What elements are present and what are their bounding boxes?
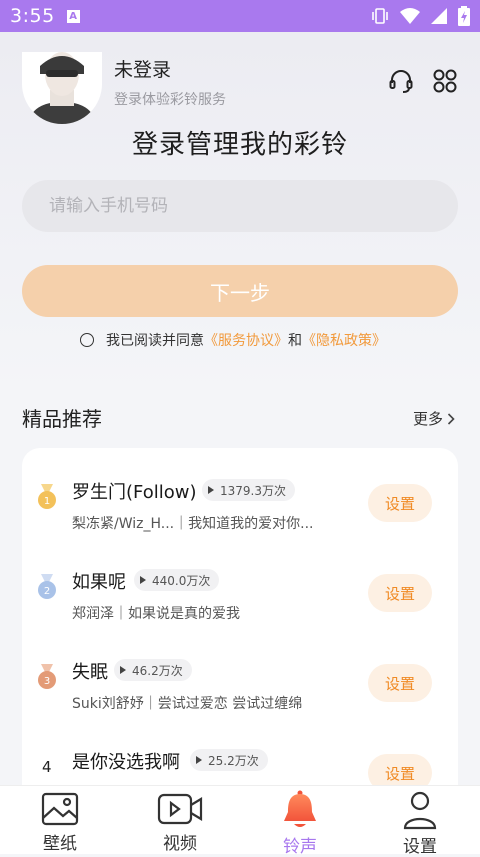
rank-label: 2 [44,586,50,597]
play-count-badge: 440.0万次 [134,569,220,591]
page-title: 登录管理我的彩铃 [131,130,348,160]
headset-icon[interactable] [388,68,414,98]
song-item[interactable]: 1 罗生门(Follow) 1379.3万次 梨冻紧/Wiz_H...｜我知道我… [22,448,458,538]
play-count: 440.0万次 [152,573,211,588]
notification-badge: A [66,9,80,23]
bottom-tab-bar: 壁纸 视频 铃声 设置 [0,785,480,857]
rank-number: 4 [42,758,52,776]
song-title: 是你没选我啊 [72,752,180,773]
tab-ringtone[interactable]: 铃声 [240,786,360,857]
service-agreement-link[interactable]: 《服务协议》 [204,330,288,350]
privacy-policy-link[interactable]: 《隐私政策》 [302,330,386,350]
tab-label: 视频 [163,834,197,854]
agree-and-text: 和 [288,333,302,349]
tab-label: 设置 [403,837,437,857]
next-step-button[interactable]: 下一步 [22,265,458,317]
agree-radio[interactable] [80,333,94,347]
wifi-icon [400,7,420,29]
play-count-badge: 25.2万次 [190,749,268,771]
song-item[interactable]: 2 如果呢 440.0万次 郑润泽｜如果说是真的爱我 设置 [22,538,458,628]
set-ringtone-button[interactable]: 设置 [368,484,432,522]
tab-settings[interactable]: 设置 [360,786,480,857]
user-icon [402,790,438,830]
play-count-badge: 46.2万次 [114,659,192,681]
user-subtitle: 登录体验彩铃服务 [114,92,226,108]
play-count: 46.2万次 [132,663,183,678]
song-title: 罗生门(Follow) [72,482,197,503]
set-ringtone-button[interactable]: 设置 [368,664,432,702]
avatar[interactable] [22,52,102,124]
user-name[interactable]: 未登录 [114,55,171,82]
tab-wallpaper[interactable]: 壁纸 [0,786,120,854]
section-title: 精品推荐 [22,407,102,431]
set-ringtone-button[interactable]: 设置 [368,574,432,612]
silver-medal-icon: 2 [38,574,56,599]
song-item[interactable]: 3 失眠 46.2万次 Suki刘舒妤｜尝试过爱恋 尝试过缠绵 设置 [22,628,458,718]
bell-icon [281,790,319,830]
phone-input[interactable] [22,180,458,232]
rank-label: 3 [44,676,50,687]
rank-label: 1 [44,496,50,507]
song-title: 如果呢 [72,572,126,593]
song-title: 失眠 [72,662,108,683]
gold-medal-icon: 1 [38,484,56,509]
wallpaper-icon [41,790,79,827]
agree-text: 我已阅读并同意 [106,333,204,349]
play-icon [140,576,146,584]
more-label: 更多 [412,410,443,428]
play-icon [196,756,202,764]
play-count: 1379.3万次 [220,483,286,498]
recommend-list: 1 罗生门(Follow) 1379.3万次 梨冻紧/Wiz_H...｜我知道我… [22,448,458,808]
tab-label: 壁纸 [43,834,77,854]
status-time: 3:55 [10,5,55,27]
chevron-right-icon [447,412,455,425]
signal-icon [430,7,448,29]
video-icon [157,790,203,827]
bronze-medal-icon: 3 [38,664,56,689]
tab-video[interactable]: 视频 [120,786,240,854]
play-icon [120,666,126,674]
tab-label: 铃声 [283,837,317,857]
song-subtitle: 梨冻紧/Wiz_H...｜我知道我的爱对你... [72,516,314,532]
agreement-row: 我已阅读并同意 《服务协议》 和 《隐私政策》 [80,330,386,350]
play-icon [208,486,214,494]
play-count: 25.2万次 [208,753,259,768]
apps-grid-icon[interactable] [432,68,458,98]
more-link[interactable]: 更多 [413,408,455,429]
song-subtitle: 郑润泽｜如果说是真的爱我 [72,606,240,622]
play-count-badge: 1379.3万次 [202,479,295,501]
vibrate-icon [370,7,390,29]
status-bar: 3:55 A [0,0,480,32]
battery-icon [458,6,470,30]
song-subtitle: Suki刘舒妤｜尝试过爱恋 尝试过缠绵 [72,696,303,712]
